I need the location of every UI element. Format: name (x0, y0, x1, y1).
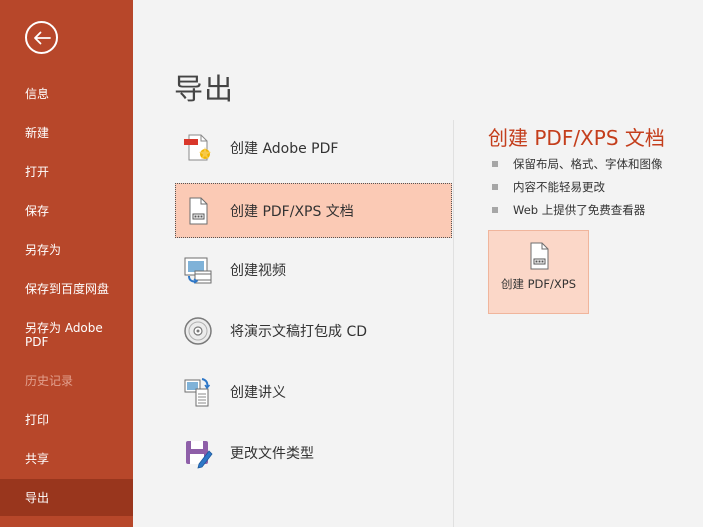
sidebar-item-save-to-baidu[interactable]: 保存到百度网盘 (0, 282, 133, 296)
option-create-video[interactable]: 创建视频 (175, 242, 452, 297)
sidebar-item-history: 历史记录 (25, 374, 74, 388)
detail-title: 创建 PDF/XPS 文档 (488, 126, 665, 150)
create-pdf-xps-button[interactable]: 创建 PDF/XPS (488, 230, 589, 314)
list-item-text: Web 上提供了免费查看器 (513, 202, 646, 217)
pdf-xps-document-icon (182, 195, 214, 227)
sidebar-item-new[interactable]: 新建 (0, 126, 133, 140)
adobe-pdf-icon (182, 132, 214, 164)
pdf-xps-document-icon (527, 242, 553, 276)
list-item: Web 上提供了免费查看器 (492, 198, 663, 221)
sidebar-item-info[interactable]: 信息 (0, 87, 133, 101)
option-label: 创建讲义 (230, 384, 286, 401)
bullet-square-icon (492, 160, 498, 167)
sidebar-item-save[interactable]: 保存 (0, 204, 133, 218)
arrow-left-icon (33, 31, 51, 44)
option-create-handout[interactable]: 创建讲义 (175, 364, 452, 419)
handout-icon (182, 376, 214, 408)
option-label: 创建 PDF/XPS 文档 (230, 203, 354, 220)
file-type-icon (182, 437, 214, 469)
bullet-square-icon (492, 183, 498, 190)
bullet-square-icon (492, 206, 498, 213)
option-label: 创建视频 (230, 262, 286, 279)
backstage-sidebar: 信息 新建 打开 保存 另存为 保存到百度网盘 另存为 Adobe PDF 历史… (0, 0, 133, 527)
sidebar-item-export[interactable]: 导出 (0, 479, 133, 516)
sidebar-item-share[interactable]: 共享 (0, 452, 133, 466)
sidebar-item-save-as[interactable]: 另存为 (0, 243, 133, 257)
create-pdf-xps-button-label: 创建 PDF/XPS (500, 277, 577, 291)
option-label: 更改文件类型 (230, 445, 314, 462)
video-icon (182, 254, 214, 286)
option-label: 将演示文稿打包成 CD (230, 323, 368, 340)
page-title: 导出 (174, 72, 235, 106)
sidebar-item-save-as-adobe-pdf[interactable]: 另存为 Adobe PDF (0, 321, 133, 349)
option-create-adobe-pdf[interactable]: 创建 Adobe PDF (175, 120, 452, 175)
list-item: 内容不能轻易更改 (492, 175, 663, 198)
back-button[interactable] (25, 21, 58, 54)
backstage-view: 信息 新建 打开 保存 另存为 保存到百度网盘 另存为 Adobe PDF 历史… (0, 0, 703, 527)
option-change-file-type[interactable]: 更改文件类型 (175, 425, 452, 480)
list-item-text: 内容不能轻易更改 (513, 179, 605, 194)
panel-divider (453, 120, 454, 527)
cd-icon (182, 315, 214, 347)
list-item: 保留布局、格式、字体和图像 (492, 152, 663, 175)
list-item-text: 保留布局、格式、字体和图像 (513, 156, 663, 171)
option-create-pdf-xps[interactable]: 创建 PDF/XPS 文档 (175, 183, 452, 238)
sidebar-item-open[interactable]: 打开 (0, 165, 133, 179)
option-label: 创建 Adobe PDF (230, 140, 339, 157)
sidebar-item-print[interactable]: 打印 (0, 413, 133, 427)
option-package-cd[interactable]: 将演示文稿打包成 CD (175, 303, 452, 358)
feature-list: 保留布局、格式、字体和图像 内容不能轻易更改 Web 上提供了免费查看器 (492, 152, 663, 221)
